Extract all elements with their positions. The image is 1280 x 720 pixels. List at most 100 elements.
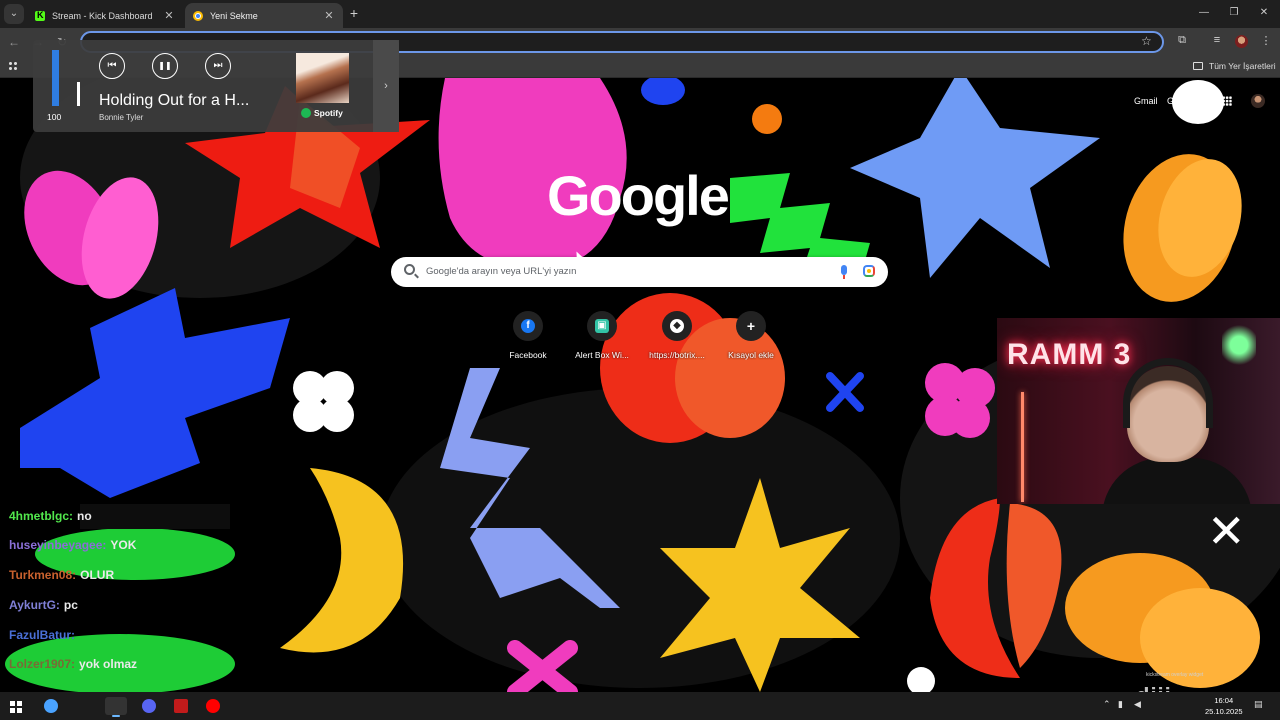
shortcut-label: Alert Box Wi... xyxy=(575,350,629,360)
media-overlay: 100 ⏮ ❚❚ ⏭ Holding Out for a H... Bonnie… xyxy=(33,40,399,132)
shortcut-facebook[interactable]: f Facebook xyxy=(491,311,565,360)
album-art xyxy=(296,53,349,103)
shortcut-label: Kısayol ekle xyxy=(728,350,774,360)
voice-app-icon xyxy=(174,699,188,713)
spotify-badge: Spotify xyxy=(301,108,343,118)
taskbar-app-spotify[interactable] xyxy=(72,697,94,715)
shortcut-tile: ◆ xyxy=(662,311,692,341)
clock-date: 25.10.2025 xyxy=(1205,707,1243,716)
shortcut-tile: ▣ xyxy=(587,311,617,341)
chat-text: yok olmaz xyxy=(79,657,138,671)
bookmark-star-icon[interactable]: ☆ xyxy=(1141,34,1152,48)
account-avatar[interactable] xyxy=(1251,94,1265,108)
back-button[interactable]: ← xyxy=(6,34,22,50)
windows-start-icon[interactable] xyxy=(10,701,22,713)
add-icon: + xyxy=(746,318,756,334)
maximize-button[interactable]: ❐ xyxy=(1224,7,1244,18)
botrix-icon: ◆ xyxy=(670,319,684,333)
media-expand-button[interactable]: › xyxy=(373,40,399,132)
spotify-icon xyxy=(301,108,311,118)
neon-sign: RAMM 3 xyxy=(1007,338,1132,371)
gmail-link[interactable]: Gmail xyxy=(1134,96,1158,106)
youtube-icon xyxy=(206,699,220,713)
taskbar-app-youtube[interactable] xyxy=(202,697,224,715)
all-bookmarks-button[interactable]: Tüm Yer İşaretleri xyxy=(1193,61,1276,71)
volume-fill xyxy=(52,50,59,106)
alertbox-icon: ▣ xyxy=(595,319,609,333)
apps-grid-icon[interactable] xyxy=(8,61,18,71)
windows-taskbar xyxy=(0,692,1280,720)
chat-message: huseyinbeyagee: YOK xyxy=(9,538,136,552)
search-input[interactable]: Google'da arayın veya URL'yi yazın xyxy=(426,266,576,277)
tab-title: Stream - Kick Dashboard xyxy=(52,10,153,21)
shortcut-botrix[interactable]: ◆ https://botrix.... xyxy=(640,311,714,360)
new-tab-button[interactable]: + xyxy=(346,5,362,21)
profile-avatar[interactable] xyxy=(1235,35,1248,48)
chat-text: OLUR xyxy=(80,568,115,582)
tab-kick-dashboard[interactable]: Stream - Kick Dashboard ✕ xyxy=(27,3,183,28)
google-logo: Google xyxy=(547,164,730,227)
taskbar-app-wallpaper[interactable] xyxy=(40,697,62,715)
tab-strip: ⌄ Stream - Kick Dashboard ✕ Yeni Sekme ✕… xyxy=(0,0,1280,28)
chat-username: FazulBatur: xyxy=(9,628,75,642)
clock-time: 16:04 xyxy=(1214,696,1234,705)
volume-slider[interactable] xyxy=(52,50,59,106)
service-label: Spotify xyxy=(314,108,343,118)
chat-username: huseyinbeyagee: xyxy=(9,538,107,552)
google-lens-icon[interactable] xyxy=(863,265,875,277)
kick-icon xyxy=(35,10,45,21)
tab-title: Yeni Sekme xyxy=(210,10,258,21)
media-control-icon[interactable]: ≡ xyxy=(1209,34,1225,46)
notification-icon[interactable]: ▤ xyxy=(1254,699,1263,710)
tab-close-icon[interactable]: ✕ xyxy=(323,9,335,22)
network-icon[interactable]: ▮ xyxy=(1118,699,1123,710)
pause-button[interactable]: ❚❚ xyxy=(152,53,178,79)
folder-icon xyxy=(1193,62,1203,70)
overlay-caption: kickstream overlay widget xyxy=(1146,672,1204,678)
headphones-icon xyxy=(1123,358,1213,428)
chat-message: AykurtG: pc xyxy=(9,598,78,612)
tab-new-tab[interactable]: Yeni Sekme ✕ xyxy=(185,3,343,28)
chat-message: Turkmen08: OLUR xyxy=(9,568,114,582)
chat-message: FazulBatur: xyxy=(9,628,79,642)
tab-search-chevron-icon[interactable]: ⌄ xyxy=(4,4,24,24)
facebook-icon: f xyxy=(521,319,535,333)
track-title: Holding Out for a H... xyxy=(99,92,250,109)
tab-close-icon[interactable]: ✕ xyxy=(163,9,175,22)
close-x-icon: ✕ xyxy=(1207,505,1246,557)
google-apps-icon[interactable] xyxy=(1222,96,1232,106)
wallpaper-engine-icon xyxy=(44,699,58,713)
webcam-feed: RAMM 3 xyxy=(997,318,1280,504)
chrome-icon xyxy=(109,699,123,713)
close-window-button[interactable]: ✕ xyxy=(1254,7,1274,18)
google-search-box[interactable]: Google'da arayın veya URL'yi yazın xyxy=(391,257,888,287)
volume-marker xyxy=(77,82,80,106)
minimize-button[interactable]: — xyxy=(1194,7,1214,18)
chat-username: AykurtG: xyxy=(9,598,60,612)
volume-value: 100 xyxy=(47,112,62,122)
next-track-button[interactable]: ⏭ xyxy=(205,53,231,79)
volume-icon[interactable]: ◀ xyxy=(1134,699,1141,710)
shortcut-alert-box[interactable]: ▣ Alert Box Wi... xyxy=(565,311,639,360)
shortcut-add[interactable]: + Kısayol ekle xyxy=(714,311,788,360)
neon-light xyxy=(1021,392,1024,502)
taskbar-app-chrome[interactable] xyxy=(105,697,127,717)
spotify-icon xyxy=(76,699,90,713)
images-link[interactable]: Görseller xyxy=(1167,96,1204,106)
tray-chevron-icon[interactable]: ⌃ xyxy=(1103,699,1111,710)
shortcut-label: https://botrix.... xyxy=(649,350,705,360)
chat-username: 4hmetblgc: xyxy=(9,509,74,523)
taskbar-app-voice[interactable] xyxy=(170,697,192,715)
discord-icon xyxy=(142,699,156,713)
chat-text: no xyxy=(77,509,92,523)
extensions-icon[interactable]: ⧉ xyxy=(1174,34,1190,47)
chat-text: pc xyxy=(63,598,78,612)
chat-username: Lolzer1907: xyxy=(9,657,76,671)
shortcut-label: Facebook xyxy=(509,350,547,360)
taskbar-clock[interactable]: 16:04 25.10.2025 xyxy=(1205,695,1243,717)
previous-track-button[interactable]: ⏮ xyxy=(99,53,125,79)
green-light xyxy=(1222,322,1256,368)
menu-icon[interactable]: ⋮ xyxy=(1258,34,1274,47)
taskbar-app-discord[interactable] xyxy=(138,697,160,715)
microphone-icon[interactable] xyxy=(841,265,847,279)
